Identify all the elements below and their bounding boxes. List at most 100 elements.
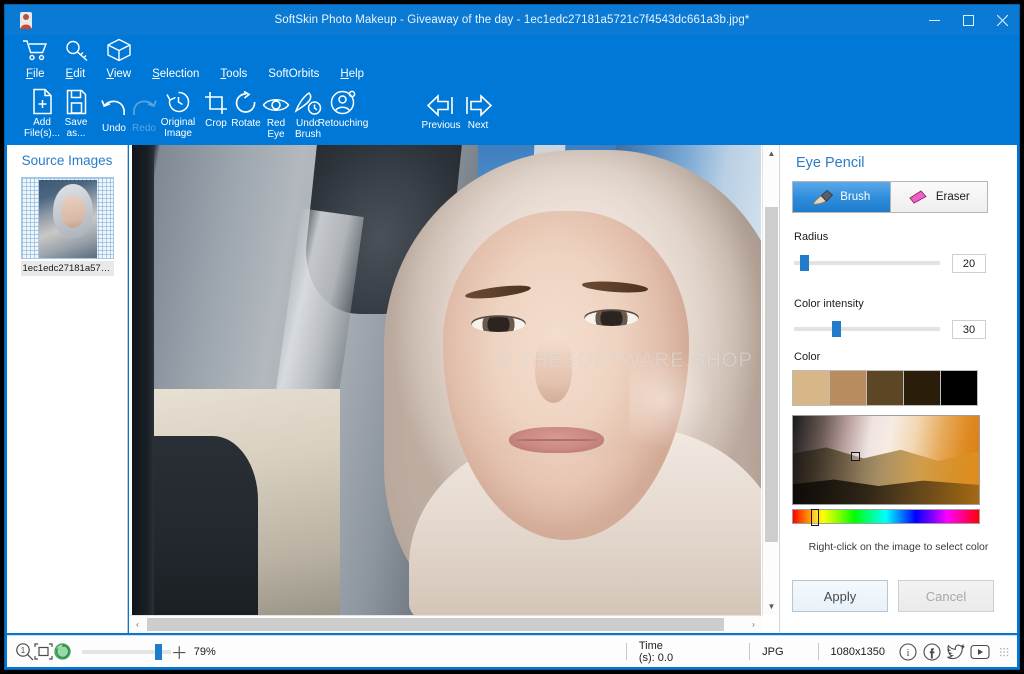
vertical-scrollbar[interactable]: ▲ ▼ (762, 145, 779, 615)
menu-label: SoftOrbits (268, 68, 320, 80)
svg-text:i: i (907, 648, 910, 659)
toolbar-label: Original Image (160, 117, 196, 139)
eraser-mode-label: Eraser (935, 191, 970, 203)
original-image-icon (165, 85, 191, 115)
save-icon (65, 85, 88, 115)
menu-label: ile (33, 68, 45, 80)
twitter-icon[interactable] (945, 641, 967, 663)
radius-value[interactable]: 20 (952, 254, 986, 273)
zoom-1to1-icon[interactable]: 1 (15, 641, 34, 663)
zoom-level-label: 79% (193, 645, 216, 658)
panel-title: Eye Pencil (796, 155, 865, 171)
menu-label: dit (73, 68, 86, 80)
eraser-mode-button[interactable]: Eraser (889, 182, 987, 212)
brush-mode-label: Brush (840, 191, 871, 203)
color-swatch[interactable] (866, 370, 904, 406)
menu-item-view[interactable]: View (104, 67, 133, 81)
menu-item-edit[interactable]: Edit (64, 67, 88, 81)
color-intensity-slider[interactable] (794, 321, 940, 337)
color-intensity-slider-track (794, 327, 940, 331)
format-status: JPG (749, 643, 795, 660)
zoom-in-button[interactable]: ＋ (171, 639, 188, 664)
status-bar: 1 ＋ 79% Time (s): 0.0 JPG 1080x1350 i (7, 635, 1017, 667)
color-swatch[interactable] (903, 370, 941, 406)
toolbar-next[interactable]: Next (455, 88, 501, 131)
window-title: SoftSkin Photo Makeup - Giveaway of the … (274, 14, 750, 26)
horizontal-scroll-thumb[interactable] (147, 618, 724, 631)
cancel-button[interactable]: Cancel (898, 580, 994, 612)
status-social-links: i (897, 641, 1017, 663)
color-intensity-slider-knob[interactable] (832, 321, 841, 337)
menu-item-tools[interactable]: Tools (218, 67, 249, 81)
toolbar-retouching[interactable]: Retouching (312, 86, 374, 129)
add-file-icon (31, 85, 54, 115)
radius-label: Radius (794, 231, 829, 243)
hue-strip[interactable] (792, 509, 980, 526)
cart-icon[interactable] (19, 36, 51, 64)
thumbnail-photo (38, 180, 97, 258)
apply-button[interactable]: Apply (792, 580, 888, 612)
brush-mode-button[interactable]: Brush (793, 182, 890, 212)
color-intensity-label: Color intensity (794, 298, 864, 310)
maximize-button[interactable] (951, 5, 985, 35)
fit-to-window-icon[interactable] (34, 641, 53, 663)
menu-label: election (159, 68, 200, 80)
color-swatch[interactable] (829, 370, 867, 406)
panel-actions: Apply Cancel (792, 580, 994, 612)
photo-chin (484, 455, 642, 540)
close-button[interactable] (985, 5, 1019, 35)
photo-viewport[interactable]: © THESOFTWARE.SHOP (132, 145, 761, 615)
source-images-panel: Source Images 1ec1edc27181a5721c... (7, 145, 128, 633)
scroll-down-arrow-icon[interactable]: ▼ (763, 598, 780, 615)
menu-item-help[interactable]: Help (338, 67, 366, 81)
tool-options-panel: Eye Pencil Brush Eraser Radius 20 Color … (779, 145, 1017, 633)
menu-item-softorbits[interactable]: SoftOrbits (266, 67, 321, 81)
toolbar-label: Save as... (64, 117, 88, 139)
eraser-icon (908, 189, 930, 206)
menu-item-selection[interactable]: Selection (150, 67, 201, 81)
box-icon[interactable] (103, 36, 135, 64)
scroll-up-arrow-icon[interactable]: ▲ (763, 145, 780, 162)
radius-slider-track (794, 261, 940, 265)
menu-label: elp (348, 68, 365, 80)
radius-slider[interactable] (794, 255, 940, 271)
hue-cursor[interactable] (811, 509, 819, 526)
zoom-slider-knob[interactable] (155, 643, 162, 660)
title-bar: SoftSkin Photo Makeup - Giveaway of the … (5, 5, 1019, 35)
sidebar-title: Source Images (21, 153, 113, 168)
info-icon[interactable]: i (897, 641, 919, 663)
scroll-left-arrow-icon[interactable]: ‹ (129, 616, 146, 633)
time-status: Time (s): 0.0 (625, 640, 687, 664)
toolbar-label: Retouching (317, 118, 369, 129)
window-controls (917, 5, 1019, 35)
thumbnail-filename: 1ec1edc27181a5721c... (20, 261, 114, 276)
resize-grip[interactable] (999, 646, 1009, 657)
color-swatch-row (792, 370, 978, 406)
minimize-button[interactable] (917, 5, 951, 35)
gradient-cursor[interactable] (851, 452, 860, 461)
photo-cheek-highlight (628, 351, 711, 446)
image-canvas-area: © THESOFTWARE.SHOP ▲ ▼ ‹ › (129, 145, 779, 633)
youtube-icon[interactable] (969, 641, 991, 663)
previous-arrow-icon (426, 88, 456, 118)
refresh-icon[interactable] (53, 641, 72, 663)
zoom-slider[interactable] (82, 643, 171, 660)
quick-access-row (19, 36, 135, 64)
color-swatch[interactable] (792, 370, 830, 406)
scroll-right-arrow-icon[interactable]: › (745, 616, 762, 633)
menu-item-file[interactable]: File (24, 67, 47, 81)
photo-eye-left (471, 316, 526, 332)
photo-eye-right (584, 310, 639, 326)
facebook-icon[interactable] (921, 641, 943, 663)
color-intensity-value[interactable]: 30 (952, 320, 986, 339)
horizontal-scrollbar[interactable]: ‹ › (129, 615, 762, 633)
color-swatch[interactable] (940, 370, 978, 406)
vertical-scroll-thumb[interactable] (765, 207, 778, 542)
application-window: SoftSkin Photo Makeup - Giveaway of the … (4, 4, 1020, 670)
radius-slider-knob[interactable] (800, 255, 809, 271)
key-icon[interactable] (61, 36, 93, 64)
thumbnail-image[interactable] (20, 177, 114, 259)
color-gradient-picker[interactable] (792, 415, 980, 505)
photo-lips (509, 427, 604, 454)
list-item[interactable]: 1ec1edc27181a5721c... (20, 177, 114, 276)
